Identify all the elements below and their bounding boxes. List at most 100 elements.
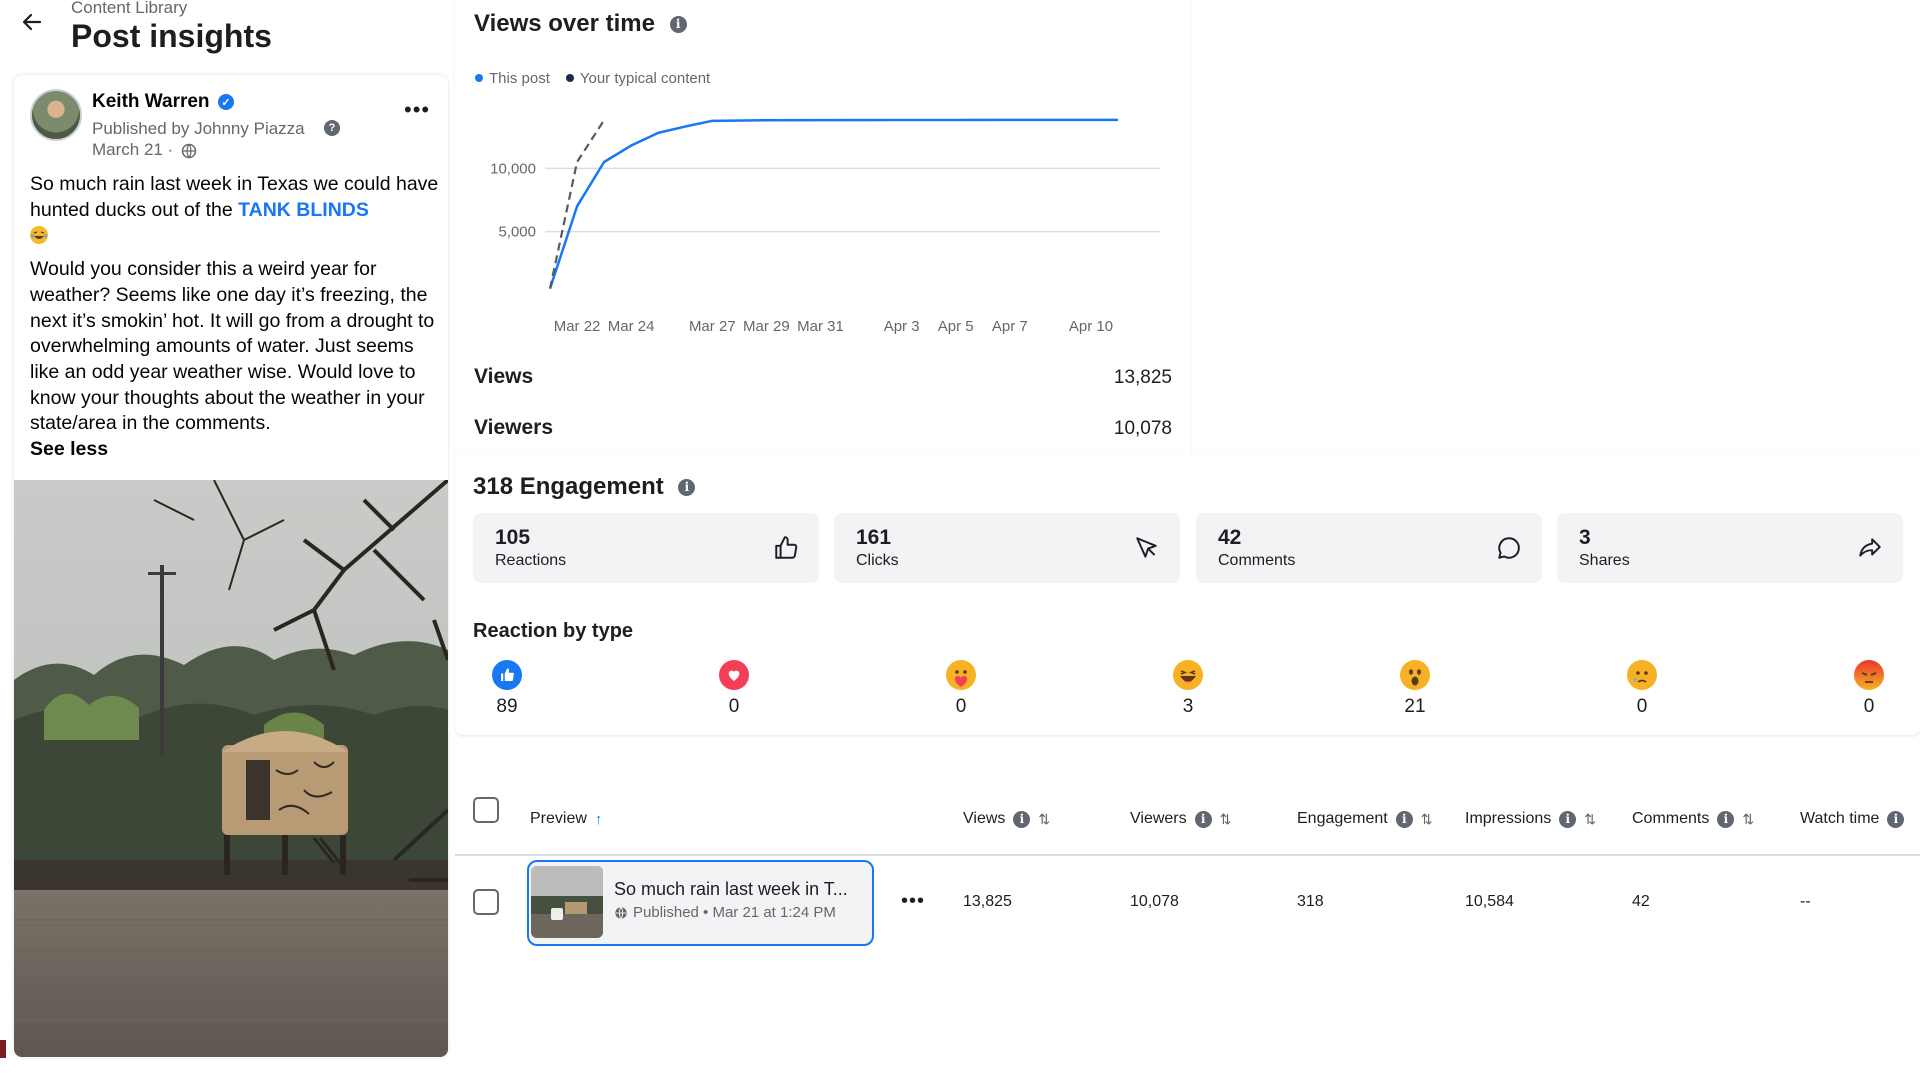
metric-reactions[interactable]: 105 Reactions [473,513,819,583]
x-tick-label: Mar 27 [689,318,736,335]
cell-impressions: 10,584 [1465,893,1514,910]
love-reaction-icon [719,660,749,690]
post-card: Keith Warren ✓ Published by Johnny Piazz… [14,75,448,1057]
views-line-chart: 5,000 10,000 Mar 22 Mar 24 Mar 27 Mar 29 Mar 3… [490,118,1160,335]
window-edge [0,1040,6,1058]
engagement-title: 318 Engagement i [473,473,696,501]
views-over-time-title: Views over time i [474,10,687,38]
x-tick-label: Apr 10 [1069,318,1113,335]
sad-reaction-icon [1627,660,1657,690]
breadcrumb[interactable]: Content Library [71,0,187,16]
legend-this-post[interactable]: This post [475,70,550,87]
cursor-icon [1136,537,1157,558]
y-tick-label: 10,000 [490,160,536,177]
post-text-p2: Would you consider this a weird year for… [30,258,435,435]
info-icon[interactable]: i [1559,810,1577,828]
reaction-angry[interactable]: 0 [1839,660,1899,718]
metric-comments[interactable]: 42 Comments [1196,513,1542,583]
tank-blinds-link[interactable]: TANK BLINDS [238,199,369,221]
row-more-options-icon[interactable]: ••• [901,890,925,913]
cell-views: 13,825 [963,893,1012,910]
info-icon[interactable]: i [1395,810,1413,828]
angry-reaction-icon [1854,660,1884,690]
verified-badge-icon: ✓ [218,94,234,110]
preview-title: So much rain last week in T... [614,879,848,899]
reaction-like[interactable]: 89 [477,660,537,718]
y-tick-label: 5,000 [498,224,536,241]
select-all-checkbox[interactable] [473,797,499,823]
page-title: Post insights [71,18,272,54]
column-views[interactable]: Views i ⇅ [963,810,1050,828]
column-viewers[interactable]: Viewers i ⇅ [1130,810,1231,828]
column-impressions[interactable]: Impressions i ⇅ [1465,810,1596,828]
x-tick-label: Mar 22 [554,318,601,335]
see-less-link[interactable]: See less [30,438,108,460]
sort-ascending-icon: ↑ [594,810,603,828]
haha-reaction-icon [1173,660,1203,690]
preview-meta: Published • Mar 21 at 1:24 PM [614,904,836,921]
info-icon[interactable]: i [1887,810,1905,828]
column-comments[interactable]: Comments i ⇅ [1632,810,1754,828]
comment-icon [1498,537,1520,559]
sort-icon[interactable]: ⇅ [1584,811,1596,828]
info-icon[interactable]: i [669,16,687,33]
cell-comments: 42 [1632,893,1650,910]
reaction-sad[interactable]: 0 [1612,660,1672,718]
info-icon[interactable]: i [1194,810,1212,828]
chart-legend: This post Your typical content [475,70,710,87]
cell-viewers: 10,078 [1130,893,1179,910]
back-button[interactable] [18,8,46,36]
share-icon [1859,538,1881,557]
views-value: 13,825 [1113,367,1172,388]
info-icon[interactable]: i [678,479,696,496]
reaction-love[interactable]: 0 [704,660,764,718]
globe-icon [615,906,627,919]
published-by-text: Published by Johnny Piazza [92,119,305,138]
avatar[interactable] [30,89,82,141]
row-checkbox[interactable] [473,889,499,915]
metric-clicks[interactable]: 161 Clicks [834,513,1180,583]
globe-icon [181,143,197,159]
cell-watch-time: -- [1800,893,1811,910]
x-tick-label: Apr 3 [884,318,920,335]
published-by: Published by Johnny Piazza · [92,119,342,139]
column-engagement[interactable]: Engagement i ⇅ [1297,810,1432,828]
tank-blind-photo [14,480,448,1057]
post-date[interactable]: March 21 · [92,140,173,160]
post-text-p1: So much rain last week in Texas we could… [30,173,439,221]
author-name[interactable]: Keith Warren [92,91,210,113]
preview-thumbnail [531,866,603,938]
sort-icon[interactable]: ⇅ [1220,811,1232,828]
x-tick-label: Apr 5 [938,318,974,335]
column-preview[interactable]: Preview ↑ [530,810,602,828]
reaction-haha[interactable]: 3 [1158,660,1218,718]
care-reaction-icon [946,660,976,690]
sort-icon[interactable]: ⇅ [1421,811,1433,828]
views-label: Views [474,365,534,388]
sort-icon[interactable]: ⇅ [1742,811,1754,828]
reaction-care[interactable]: 0 [931,660,991,718]
reaction-wow[interactable]: 21 [1385,660,1445,718]
thumbs-up-icon [775,536,798,559]
info-icon[interactable]: i [1013,810,1031,828]
wow-reaction-icon [1400,660,1430,690]
series-line-this-post[interactable] [548,118,1118,290]
legend-typical-content[interactable]: Your typical content [565,70,710,87]
help-icon[interactable]: ? [324,120,340,136]
post-photo[interactable] [14,480,448,1057]
metric-shares[interactable]: 3 Shares [1557,513,1903,583]
viewers-value: 10,078 [1113,418,1172,439]
reaction-by-type-title: Reaction by type [473,620,634,642]
viewers-label: Viewers [474,416,554,439]
more-options-icon[interactable]: ••• [404,97,430,123]
sort-icon[interactable]: ⇅ [1038,811,1050,828]
info-icon[interactable]: i [1717,810,1735,828]
x-tick-label: Mar 24 [608,318,655,335]
post-text: So much rain last week in Texas we could… [30,172,440,471]
laughing-emoji-icon [30,226,48,245]
arrow-left-icon [22,13,42,31]
x-tick-label: Mar 31 [797,318,844,335]
column-watch-time[interactable]: Watch time i [1800,810,1905,828]
like-reaction-icon [492,660,522,690]
x-tick-label: Apr 7 [992,318,1028,335]
